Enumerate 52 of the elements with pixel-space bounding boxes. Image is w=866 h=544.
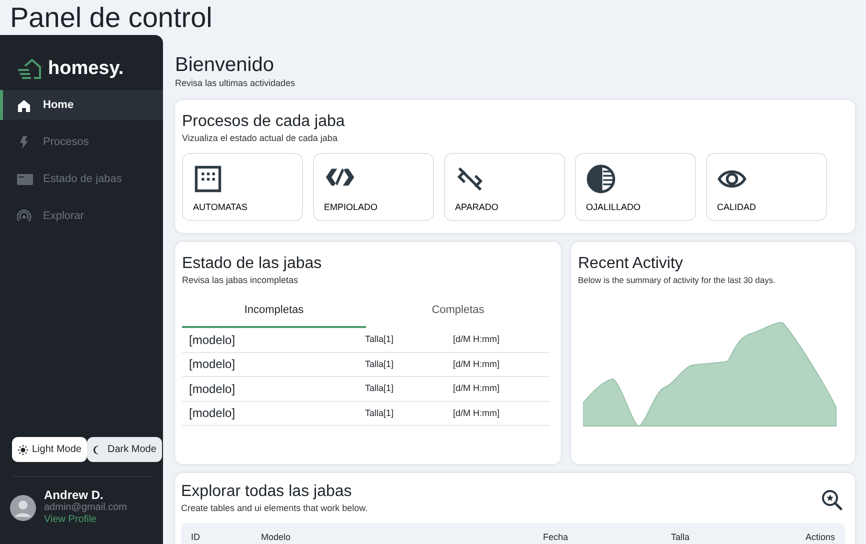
tab[interactable]: Incompletas — [182, 294, 366, 328]
card-title: Recent Activity — [578, 254, 684, 274]
column-header: Talla — [671, 530, 691, 544]
date-cell: [d/M H:mm] — [453, 358, 500, 371]
user-email: admin@gmail.com — [44, 502, 127, 514]
search-button[interactable] — [821, 488, 843, 512]
card-subtitle: Below is the summary of activity for the last 30 days. — [578, 274, 776, 287]
card-subtitle: Vizualiza el estado actual de cada jaba — [182, 132, 338, 145]
signal-icon — [17, 208, 33, 224]
contrast-icon — [586, 164, 616, 194]
grid-icon — [193, 164, 223, 194]
column-header: Modelo — [261, 530, 292, 544]
model-cell-text: [modelo] — [189, 356, 236, 374]
card-subtitle: Create tables and ui elements that work below. — [181, 502, 368, 515]
sidebar-item[interactable]: Home — [0, 90, 163, 120]
sun-icon — [18, 444, 28, 454]
model-cell-text: [modelo] — [189, 405, 236, 422]
column-header: ID — [191, 530, 201, 544]
house-logo-icon — [16, 58, 42, 80]
card-subtitle: Revisa las jabas incompletas — [182, 274, 300, 287]
model-cell-text: [modelo] — [189, 332, 236, 349]
model-cell-text: [modelo] — [189, 380, 236, 398]
user-name: Andrew D. — [44, 489, 104, 502]
light-mode-button[interactable]: Light Mode — [12, 437, 88, 462]
home-icon — [17, 98, 33, 112]
column-header: Actions — [805, 530, 835, 544]
process-tile[interactable]: AUTOMATAS — [182, 153, 303, 221]
welcome-subtitle: Revisa las ultimas actividades — [175, 77, 296, 90]
process-tile[interactable]: EMPIOLADO — [313, 153, 434, 221]
size-cell-text: Talla[1] — [365, 406, 395, 420]
tab[interactable]: Completas — [366, 294, 550, 328]
view-profile-link[interactable]: View Profile — [44, 514, 127, 526]
column-header: Fecha — [543, 530, 570, 544]
date-cell-text: [d/M H:mm] — [453, 333, 500, 346]
card-title: Procesos de cada jaba — [182, 112, 346, 132]
size-cell-text: Talla[1] — [365, 333, 395, 346]
date-cell-text: [d/M H:mm] — [453, 382, 500, 395]
search-icon — [821, 488, 843, 511]
dark-mode-button[interactable]: Dark Mode — [87, 437, 162, 462]
process-tile[interactable]: APARADO — [444, 153, 565, 221]
size-cell-text: Talla[1] — [365, 382, 395, 395]
brand-name: homesy. — [48, 56, 124, 81]
card-title: Explorar todas las jabas — [181, 482, 353, 502]
card-title: Estado de las jabas — [182, 254, 323, 274]
process-tile[interactable]: CALIDAD — [706, 153, 827, 221]
welcome-title: Bienvenido — [175, 53, 275, 77]
date-cell: [d/M H:mm] — [453, 406, 500, 420]
size-cell-text: Talla[1] — [365, 358, 395, 371]
card-icon — [17, 172, 33, 186]
process-tile[interactable]: OJALILLADO — [575, 153, 696, 221]
page-title: Panel de control — [9, 1, 214, 35]
avatar — [10, 494, 36, 520]
